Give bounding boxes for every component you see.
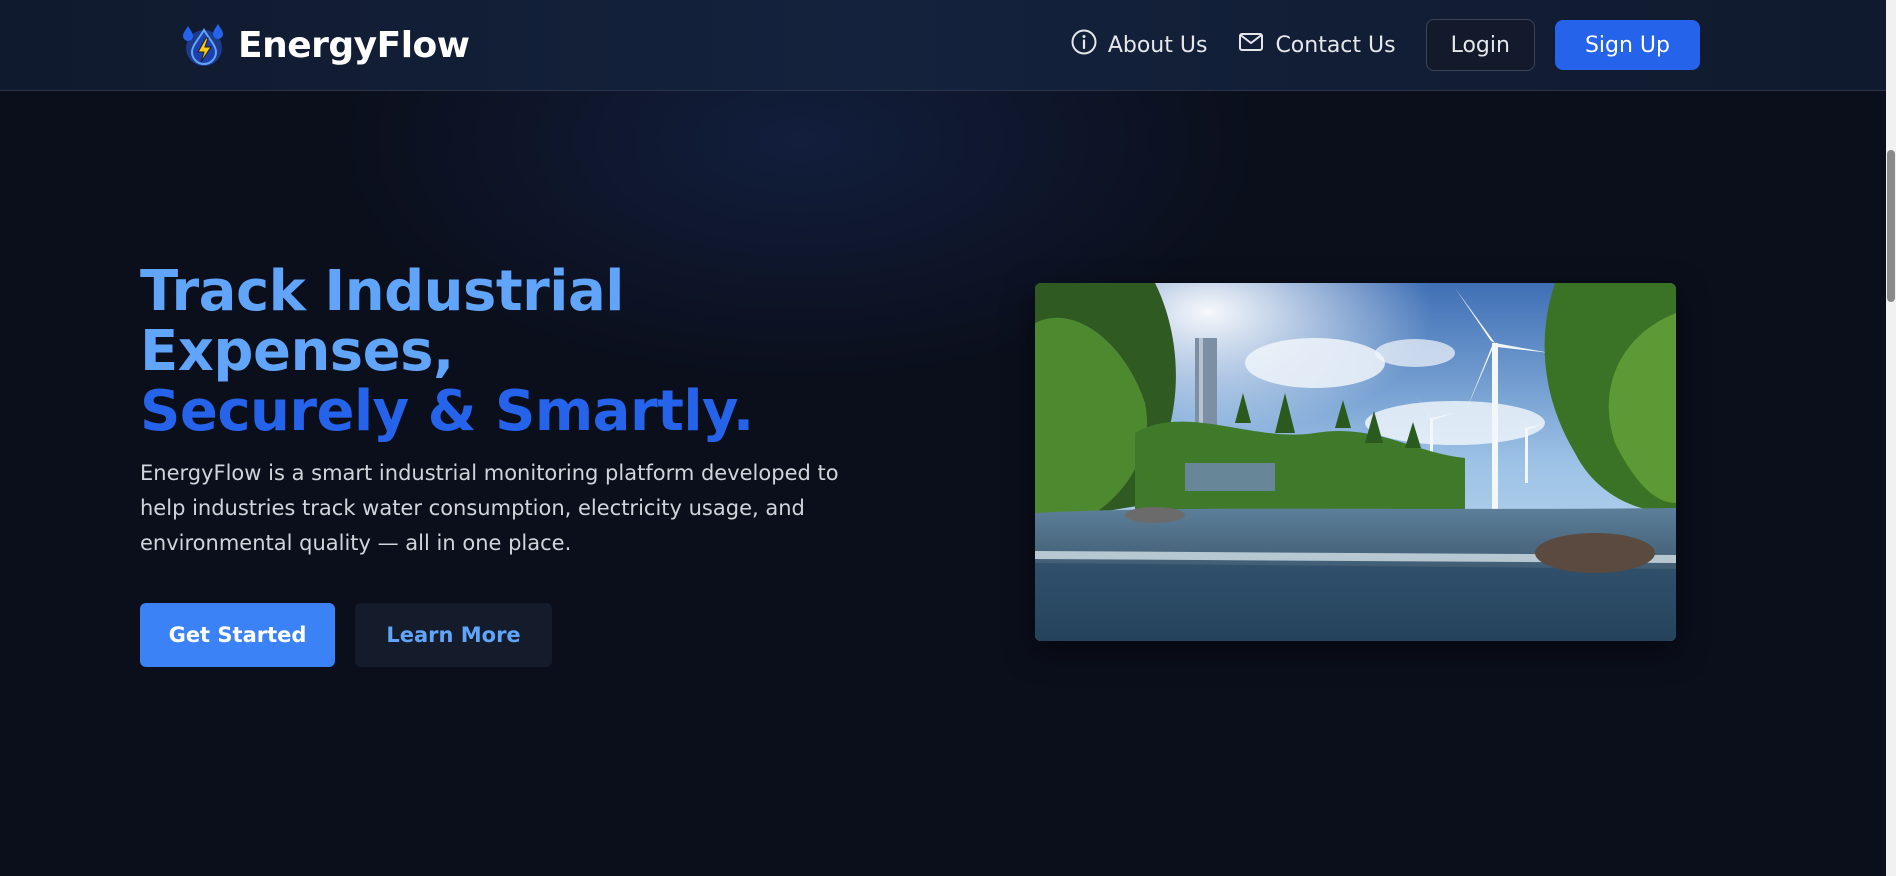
learn-more-button[interactable]: Learn More [355, 603, 552, 667]
scrollbar-thumb[interactable] [1887, 150, 1895, 302]
mail-icon [1237, 28, 1265, 62]
signup-button[interactable]: Sign Up [1554, 20, 1700, 70]
get-started-button[interactable]: Get Started [140, 603, 335, 667]
login-button[interactable]: Login [1425, 19, 1535, 71]
hero-title: Track Industrial Expenses, Securely & Sm… [140, 262, 920, 442]
droplet-bolt-icon [178, 20, 228, 70]
hero-section: Track Industrial Expenses, Securely & Sm… [140, 262, 920, 667]
nav-about-label: About Us [1107, 32, 1208, 58]
hero-title-line2: Expenses, [140, 319, 454, 384]
hero-title-line3: Securely & Smartly. [140, 379, 754, 444]
main-nav: About Us Contact Us Login Sign Up [1070, 19, 1700, 71]
page-scrollbar[interactable] [1886, 0, 1896, 876]
nav-about-us[interactable]: About Us [1070, 28, 1208, 62]
info-icon [1070, 28, 1098, 62]
landscape-wind-turbines-river-image [1035, 283, 1676, 641]
nav-contact-us[interactable]: Contact Us [1237, 28, 1396, 62]
brand-name: EnergyFlow [238, 24, 470, 66]
brand[interactable]: EnergyFlow [178, 20, 470, 70]
hero-title-line1: Track Industrial [140, 259, 624, 324]
hero-buttons: Get Started Learn More [140, 603, 920, 667]
hero-description: EnergyFlow is a smart industrial monitor… [140, 461, 839, 555]
top-navbar: EnergyFlow About Us Contact Us Login Sig… [0, 0, 1886, 91]
nav-contact-label: Contact Us [1275, 32, 1396, 58]
